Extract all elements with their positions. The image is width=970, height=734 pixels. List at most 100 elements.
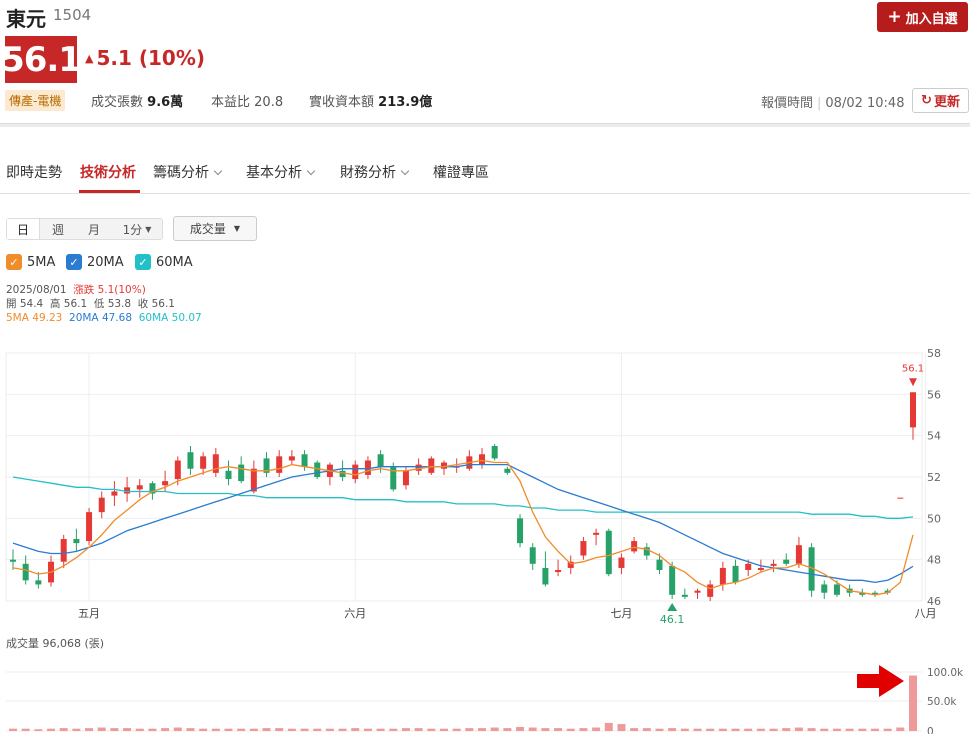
price-chart[interactable]: 46485052545658五月 六月 七月 八月56.146.1成交量 96,068… (0, 340, 970, 734)
tab-chips[interactable]: 籌碼分析 (153, 162, 223, 182)
candle (124, 487, 131, 494)
capital-stat: 實收資本額 213.9億 (309, 91, 432, 110)
volume-bar (642, 728, 651, 731)
price-change-text: 5.1 (10%) (96, 46, 206, 70)
refresh-button[interactable]: ↻ 更新 (912, 88, 969, 113)
volume-bar (756, 728, 765, 731)
tab-technical[interactable]: 技術分析 (80, 162, 136, 182)
chevron-down-icon (213, 166, 223, 176)
volume-bar (744, 728, 753, 731)
down-triangle-icon (909, 378, 917, 387)
candle (757, 567, 764, 570)
candle (415, 464, 422, 471)
volume-bar (72, 728, 81, 731)
candle (517, 518, 524, 544)
candle (707, 584, 714, 597)
candle (580, 541, 587, 556)
volume-bar (465, 728, 474, 731)
checkbox-icon: ✓ (135, 254, 151, 270)
candle (187, 452, 194, 469)
ma5-toggle[interactable]: ✓ 5MA (6, 254, 55, 270)
candle (200, 456, 207, 469)
volume-bar (110, 728, 119, 731)
period-month[interactable]: 月 (76, 219, 112, 239)
analysis-tabs: 即時走勢 技術分析 籌碼分析 基本分析 財務分析 權證專區 (0, 160, 970, 194)
candle (910, 392, 916, 428)
indicator-select[interactable]: 成交量 ▼ (173, 216, 257, 241)
volume-bar (668, 728, 677, 731)
volume-bar (478, 728, 487, 731)
volume-bar (414, 728, 423, 731)
candle (276, 456, 283, 473)
candle (377, 454, 384, 467)
candle (339, 470, 346, 477)
volume-bar (325, 728, 334, 731)
candle (795, 545, 802, 564)
period-minute[interactable]: 1分 ▼ (112, 219, 162, 239)
ma60-toggle[interactable]: ✓ 60MA (135, 254, 193, 270)
period-day[interactable]: 日 (7, 219, 40, 239)
volume-bar (173, 727, 182, 731)
candle (162, 481, 169, 486)
tab-financial[interactable]: 財務分析 (340, 162, 410, 182)
add-watchlist-label: 加入自選 (905, 11, 958, 27)
candle (288, 456, 295, 461)
volume-bar (363, 728, 372, 731)
volume-bar (655, 728, 664, 731)
candle (542, 567, 549, 585)
period-week[interactable]: 週 (40, 219, 76, 239)
volume-tick-label: 0 (927, 726, 934, 734)
active-tab-indicator (79, 190, 140, 193)
y-tick-label: 48 (927, 554, 941, 567)
candle (238, 464, 245, 482)
x-tick-label: 五月 (78, 607, 100, 620)
candle (364, 460, 371, 475)
candle (301, 454, 308, 467)
candle (555, 570, 562, 573)
refresh-label: 更新 (933, 95, 960, 110)
volume-bar (870, 728, 879, 731)
tab-fundamental[interactable]: 基本分析 (246, 162, 316, 182)
candle (10, 559, 16, 562)
volume-bar (604, 722, 613, 731)
volume-bar (123, 728, 132, 731)
y-tick-label: 52 (927, 471, 941, 484)
volume-bar (883, 728, 892, 731)
volume-bar (858, 728, 867, 731)
candle (212, 454, 219, 473)
volume-bar (490, 727, 499, 731)
volume-bar (909, 675, 917, 731)
report-time-label: 報價時間 (761, 96, 814, 111)
volume-bar (9, 728, 17, 731)
volume-bar (820, 728, 829, 731)
volume-bar (541, 728, 550, 731)
tab-warrants[interactable]: 權證專區 (433, 162, 489, 182)
volume-title: 成交量 96,068 (張) (6, 636, 104, 650)
ma20-toggle[interactable]: ✓ 20MA (66, 254, 124, 270)
up-triangle-icon (667, 603, 678, 611)
arrow-right-icon (857, 665, 904, 697)
volume-bar (186, 728, 195, 731)
pe-stat-label: 本益比 (211, 95, 251, 110)
candle (681, 594, 688, 597)
period-selector: 日 週 月 1分 ▼ (6, 218, 163, 240)
industry-tag[interactable]: 傳產-電機 (5, 90, 66, 111)
volume-bar (731, 728, 740, 731)
candle (86, 512, 93, 542)
candle (719, 567, 726, 585)
candle (732, 565, 739, 583)
volume-bar (34, 729, 43, 731)
volume-bar (300, 728, 309, 731)
volume-bar (287, 728, 296, 731)
capital-stat-value: 213.9億 (378, 95, 433, 110)
volume-bar (85, 728, 94, 731)
chevron-down-icon (306, 166, 316, 176)
volume-bar (275, 728, 284, 731)
volume-bar (313, 728, 322, 731)
candle (631, 541, 638, 552)
candle (98, 497, 105, 513)
add-watchlist-button[interactable]: + 加入自選 (877, 2, 968, 32)
ma60-line (12, 476, 914, 519)
tab-realtime[interactable]: 即時走勢 (6, 162, 62, 182)
candle (618, 557, 625, 568)
